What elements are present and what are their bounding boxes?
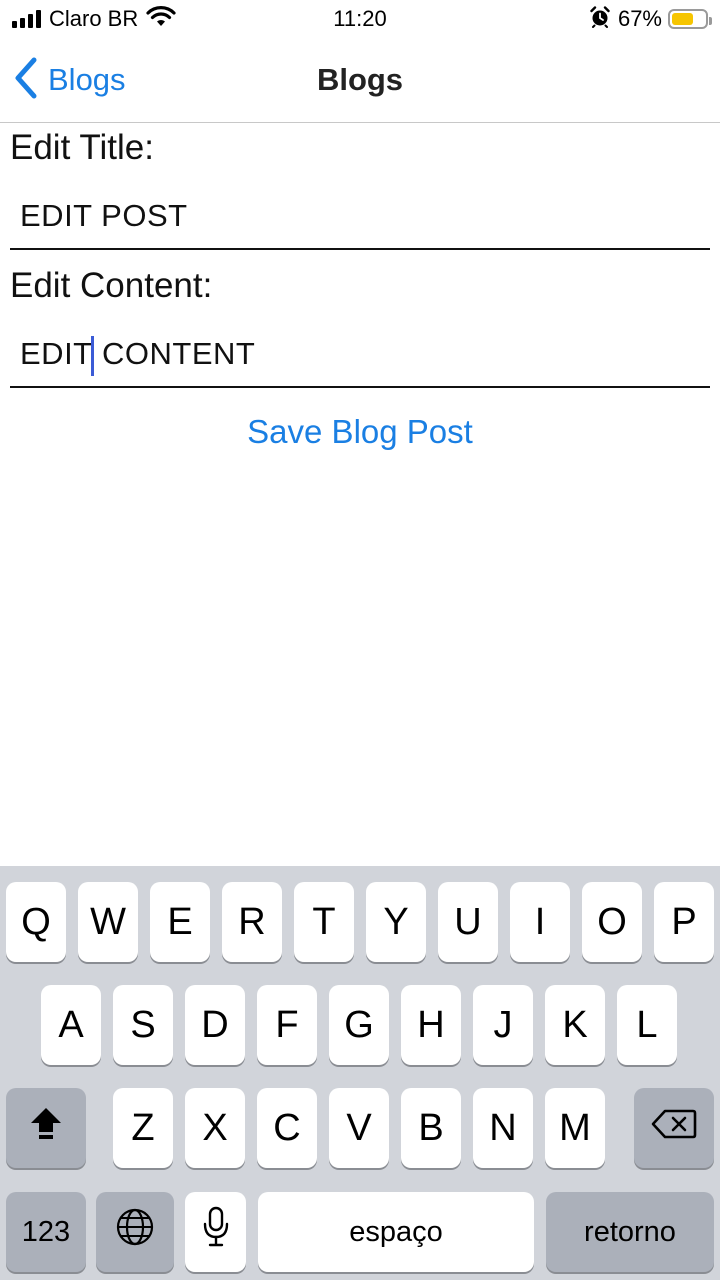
content-input-before-cursor[interactable]: EDIT [20, 336, 93, 372]
battery-icon [668, 9, 712, 29]
microphone-key[interactable] [185, 1192, 246, 1272]
save-blog-post-button[interactable]: Save Blog Post [0, 413, 720, 451]
navigation-bar: Blogs Blogs [0, 40, 720, 123]
key-b[interactable]: B [401, 1088, 461, 1168]
key-x[interactable]: X [185, 1088, 245, 1168]
key-t[interactable]: T [294, 882, 354, 962]
key-i[interactable]: I [510, 882, 570, 962]
title-input[interactable]: EDIT POST [20, 198, 188, 234]
space-key[interactable]: espaço [258, 1192, 534, 1272]
key-s[interactable]: S [113, 985, 173, 1065]
key-o[interactable]: O [582, 882, 642, 962]
key-h[interactable]: H [401, 985, 461, 1065]
return-key[interactable]: retorno [546, 1192, 714, 1272]
shift-key[interactable] [6, 1088, 86, 1168]
battery-level [672, 13, 694, 25]
text-cursor [91, 336, 94, 376]
shift-icon [28, 1105, 64, 1151]
page-title: Blogs [316, 62, 404, 97]
numbers-key[interactable]: 123 [6, 1192, 86, 1272]
title-field[interactable]: EDIT POST [10, 188, 710, 250]
key-v[interactable]: V [329, 1088, 389, 1168]
key-w[interactable]: W [78, 882, 138, 962]
status-bar: Claro BR 11:20 67% [0, 0, 720, 40]
keyboard: 123 espaço retorno QWERTYUIOP ASDFGHJKL ZX… [0, 866, 720, 1280]
backspace-icon [651, 1107, 697, 1150]
globe-key[interactable] [96, 1192, 174, 1272]
key-l[interactable]: L [617, 985, 677, 1065]
key-n[interactable]: N [473, 1088, 533, 1168]
key-p[interactable]: P [654, 882, 714, 962]
key-c[interactable]: C [257, 1088, 317, 1168]
key-d[interactable]: D [185, 985, 245, 1065]
key-k[interactable]: K [545, 985, 605, 1065]
alarm-icon [590, 5, 610, 33]
content-field[interactable]: EDIT CONTENT [10, 326, 710, 388]
content-input-after-cursor[interactable]: CONTENT [102, 336, 255, 372]
status-right: 67% [590, 5, 712, 33]
key-a[interactable]: A [41, 985, 101, 1065]
key-u[interactable]: U [438, 882, 498, 962]
key-f[interactable]: F [257, 985, 317, 1065]
battery-percent: 67% [617, 6, 662, 31]
title-label: Edit Title: [10, 128, 154, 167]
key-y[interactable]: Y [366, 882, 426, 962]
key-m[interactable]: M [545, 1088, 605, 1168]
globe-icon [115, 1207, 155, 1257]
key-z[interactable]: Z [113, 1088, 173, 1168]
key-r[interactable]: R [222, 882, 282, 962]
content-label: Edit Content: [10, 266, 213, 305]
key-e[interactable]: E [150, 882, 210, 962]
key-q[interactable]: Q [6, 882, 66, 962]
key-j[interactable]: J [473, 985, 533, 1065]
key-g[interactable]: G [329, 985, 389, 1065]
delete-key[interactable] [634, 1088, 714, 1168]
microphone-icon [202, 1206, 230, 1258]
